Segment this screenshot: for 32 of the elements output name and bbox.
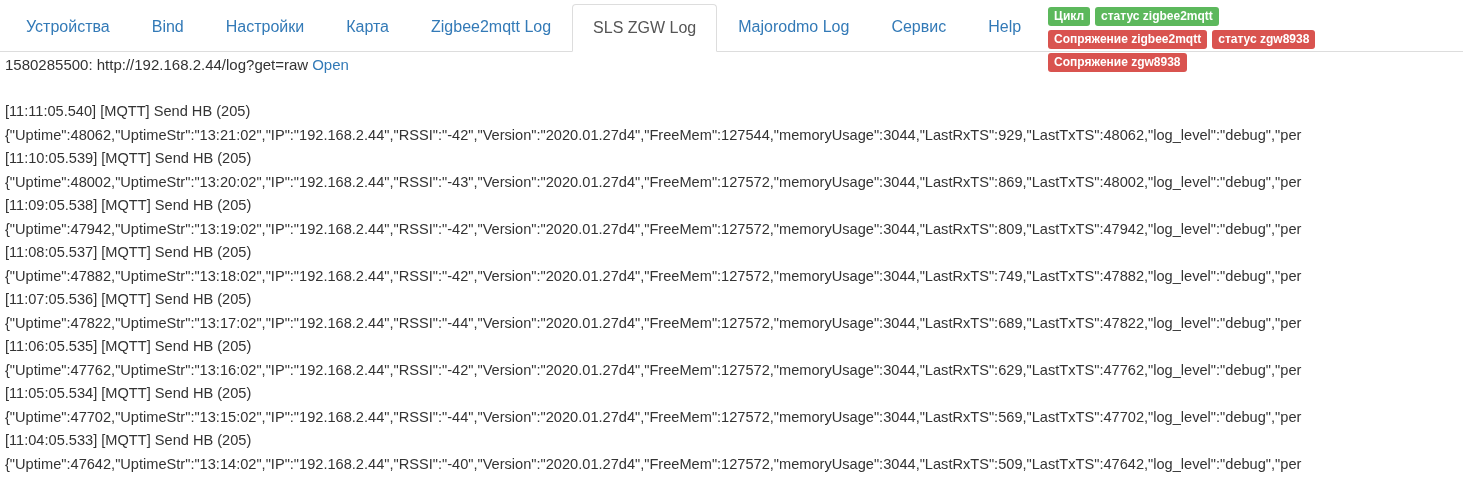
log-line: [11:11:05.540] [MQTT] Send HB (205)	[5, 102, 251, 121]
log-line: [11:08:05.537] [MQTT] Send HB (205)	[5, 243, 252, 262]
log-line: [11:07:05.536] [MQTT] Send HB (205)	[5, 290, 252, 309]
nav-tab[interactable]: SLS ZGW Log	[572, 4, 718, 52]
log-line: {"Uptime":48002,"UptimeStr":"13:20:02","IP":"192.168.2.44","RSSI":"-43","Version":"2020.01.27d4","FreeMem":127572,"memoryUsage":3044,"LastRxTS":869,"LastTxTS":48002,"log_level":"debug","per	[5, 172, 1302, 192]
log-line: {"Uptime":47642,"UptimeStr":"13:14:02","IP":"192.168.2.44","RSSI":"-40","Version":"2020.01.27d4","FreeMem":127572,"memoryUsage":3044,"LastRxTS":509,"LastTxTS":47642,"log_level":"debug","per	[5, 454, 1302, 474]
status-badge: Сопряжение zgw8938	[1048, 53, 1187, 72]
log-line: [11:05:05.534] [MQTT] Send HB (205)	[5, 384, 252, 403]
log-line: [11:10:05.539] [MQTT] Send HB (205)	[5, 149, 252, 168]
log-line: {"Uptime":47822,"UptimeStr":"13:17:02","IP":"192.168.2.44","RSSI":"-44","Version":"2020.01.27d4","FreeMem":127572,"memoryUsage":3044,"LastRxTS":689,"LastTxTS":47822,"log_level":"debug","per	[5, 313, 1302, 333]
open-link[interactable]: Open	[312, 53, 349, 77]
log-line: [11:04:05.533] [MQTT] Send HB (205)	[5, 431, 252, 450]
nav-tab[interactable]: Bind	[130, 3, 205, 51]
status-badge: Цикл	[1048, 7, 1091, 26]
nav-tab[interactable]: Help	[967, 3, 1043, 51]
nav-tab[interactable]: Устройства	[5, 3, 131, 51]
log-source-url: 1580285500: http://192.168.2.44/log?get=raw	[5, 55, 309, 75]
status-badge: статус zgw8938	[1212, 30, 1316, 49]
log-line: {"Uptime":47942,"UptimeStr":"13:19:02","IP":"192.168.2.44","RSSI":"-42","Version":"2020.01.27d4","FreeMem":127572,"memoryUsage":3044,"LastRxTS":809,"LastTxTS":47942,"log_level":"debug","per	[5, 219, 1302, 239]
log-line: {"Uptime":47762,"UptimeStr":"13:16:02","IP":"192.168.2.44","RSSI":"-42","Version":"2020.01.27d4","FreeMem":127572,"memoryUsage":3044,"LastRxTS":629,"LastTxTS":47762,"log_level":"debug","per	[5, 360, 1302, 380]
log-line: {"Uptime":47882,"UptimeStr":"13:18:02","IP":"192.168.2.44","RSSI":"-42","Version":"2020.01.27d4","FreeMem":127572,"memoryUsage":3044,"LastRxTS":749,"LastTxTS":47882,"log_level":"debug","per	[5, 266, 1302, 286]
log-line: {"Uptime":47702,"UptimeStr":"13:15:02","IP":"192.168.2.44","RSSI":"-44","Version":"2020.01.27d4","FreeMem":127572,"memoryUsage":3044,"LastRxTS":569,"LastTxTS":47702,"log_level":"debug","per	[5, 407, 1302, 427]
log-line: [11:09:05.538] [MQTT] Send HB (205)	[5, 196, 252, 215]
log-line: [11:06:05.535] [MQTT] Send HB (205)	[5, 337, 252, 356]
status-badge: Сопряжение zigbee2mqtt	[1048, 30, 1208, 49]
nav-tab[interactable]: Настройки	[204, 3, 326, 51]
nav-tab[interactable]: Сервис	[870, 3, 968, 51]
status-badge: статус zigbee2mqtt	[1095, 7, 1219, 26]
nav-tab[interactable]: Zigbee2mqtt Log	[410, 3, 573, 51]
log-line: {"Uptime":48062,"UptimeStr":"13:21:02","IP":"192.168.2.44","RSSI":"-42","Version":"2020.01.27d4","FreeMem":127544,"memoryUsage":3044,"LastRxTS":929,"LastTxTS":48062,"log_level":"debug","per	[5, 125, 1302, 145]
nav-tab[interactable]: Карта	[325, 3, 410, 51]
nav-tab[interactable]: Majorodmo Log	[717, 3, 871, 51]
